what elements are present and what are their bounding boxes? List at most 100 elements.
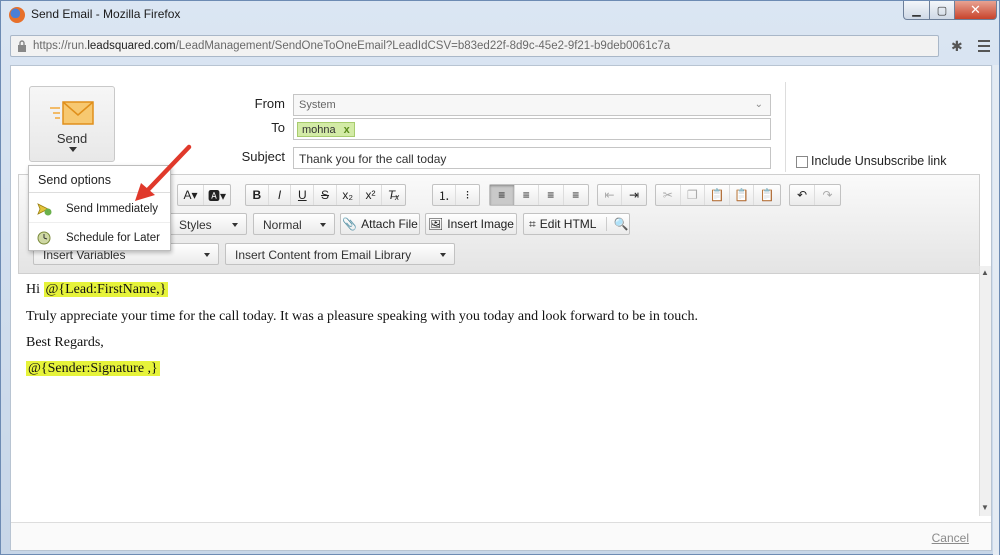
underline-button[interactable]: U bbox=[291, 185, 315, 205]
unsubscribe-label: Include Unsubscribe link bbox=[811, 154, 947, 168]
dialog-footer: Cancel bbox=[11, 522, 991, 550]
window-title: Send Email - Mozilla Firefox bbox=[31, 7, 181, 21]
page-edge bbox=[993, 65, 999, 555]
from-value: System bbox=[299, 99, 336, 111]
bullet-list-icon[interactable]: ⁝ bbox=[456, 185, 479, 205]
paste-icon[interactable]: 📋 bbox=[705, 185, 730, 205]
insert-image-label: Insert Image bbox=[447, 217, 514, 231]
indent-icon[interactable]: ⇥ bbox=[622, 185, 646, 205]
remove-format-button[interactable]: T̶ₓ bbox=[382, 185, 405, 205]
numbered-list-icon[interactable]: ⒈ bbox=[433, 185, 457, 205]
format-group: B I U S x₂ x² T̶ₓ bbox=[245, 184, 406, 206]
align-right-icon[interactable]: ≡ bbox=[539, 185, 564, 205]
schedule-later-label: Schedule for Later bbox=[66, 232, 160, 244]
paperclip-icon: 📎 bbox=[342, 217, 358, 231]
image-icon: 🖼 bbox=[428, 217, 444, 231]
paste-text-icon[interactable]: 📋 bbox=[730, 185, 755, 205]
recipient-chip: mohna x bbox=[297, 122, 355, 137]
greeting-text: Hi bbox=[26, 282, 40, 297]
edit-html-label: Edit HTML bbox=[539, 217, 597, 231]
schedule-clock-icon bbox=[37, 231, 51, 245]
chevron-down-icon bbox=[440, 253, 446, 257]
format-label: Normal bbox=[263, 218, 302, 232]
to-field[interactable]: mohna x bbox=[293, 118, 771, 140]
bold-button[interactable]: B bbox=[246, 185, 269, 205]
lock-icon bbox=[18, 40, 26, 52]
cancel-link[interactable]: Cancel bbox=[932, 531, 969, 545]
align-left-icon[interactable]: ≡ bbox=[490, 185, 515, 205]
unsubscribe-checkbox[interactable] bbox=[796, 156, 808, 168]
attach-file-label: Attach File bbox=[361, 217, 418, 231]
close-window-button[interactable]: ✕ bbox=[954, 1, 997, 20]
url-text: https://run.leadsquared.com/LeadManageme… bbox=[33, 40, 671, 52]
edit-html-button[interactable]: ⌗ Edit HTML 🔍 bbox=[523, 213, 630, 235]
signature-token: @{Sender:Signature ,} bbox=[26, 361, 160, 376]
chevron-down-icon bbox=[320, 223, 326, 227]
scroll-down-icon[interactable]: ▼ bbox=[981, 503, 989, 512]
italic-button[interactable]: I bbox=[269, 185, 292, 205]
send-options-title: Send options bbox=[38, 173, 111, 187]
paste-word-icon[interactable]: 📋 bbox=[754, 185, 780, 205]
remove-recipient-button[interactable]: x bbox=[344, 124, 350, 136]
envelope-icon bbox=[50, 101, 94, 125]
scrollbar[interactable] bbox=[979, 266, 991, 516]
undo-group: ↶ ↷ bbox=[789, 184, 841, 206]
styles-dropdown[interactable]: Styles bbox=[169, 213, 247, 235]
annotation-arrow-icon bbox=[135, 144, 192, 201]
from-select[interactable]: System ⌄ bbox=[293, 94, 771, 116]
outdent-icon[interactable]: ⇤ bbox=[598, 185, 623, 205]
recipient-name: mohna bbox=[302, 123, 336, 136]
styles-label: Styles bbox=[179, 218, 212, 232]
email-library-dropdown[interactable]: Insert Content from Email Library bbox=[225, 243, 455, 265]
minimize-button[interactable]: ▁ bbox=[903, 1, 930, 20]
chevron-down-icon bbox=[204, 253, 210, 257]
chevron-down-icon: ⌄ bbox=[754, 99, 763, 110]
subscript-button[interactable]: x₂ bbox=[337, 185, 360, 205]
attach-file-button[interactable]: 📎 Attach File bbox=[340, 213, 420, 235]
scroll-up-icon[interactable]: ▲ bbox=[981, 268, 989, 277]
undo-icon[interactable]: ↶ bbox=[790, 185, 816, 205]
to-label: To bbox=[271, 120, 285, 135]
strikethrough-button[interactable]: S bbox=[314, 185, 337, 205]
chevron-down-icon bbox=[69, 147, 77, 152]
source-icon: ⌗ bbox=[529, 216, 536, 231]
superscript-button[interactable]: x² bbox=[360, 185, 383, 205]
signature-line: @{Sender:Signature ,} bbox=[26, 361, 160, 377]
firefox-logo-icon bbox=[9, 7, 25, 23]
menu-icon[interactable] bbox=[978, 39, 990, 53]
subject-input[interactable]: Thank you for the call today bbox=[293, 147, 771, 169]
format-dropdown[interactable]: Normal bbox=[253, 213, 335, 235]
chevron-down-icon bbox=[232, 223, 238, 227]
first-name-token: @{Lead:FirstName,} bbox=[43, 282, 169, 297]
send-label: Send bbox=[56, 131, 88, 146]
email-library-label: Insert Content from Email Library bbox=[235, 248, 412, 262]
cut-icon[interactable]: ✂ bbox=[656, 185, 681, 205]
copy-icon[interactable]: ❐ bbox=[681, 185, 706, 205]
maximize-button[interactable]: ▢ bbox=[929, 1, 955, 20]
title-bar: Send Email - Mozilla Firefox ▁ ▢ ✕ bbox=[1, 1, 999, 29]
clipboard-group: ✂ ❐ 📋 📋 📋 bbox=[655, 184, 781, 206]
send-now-icon bbox=[37, 203, 52, 216]
address-bar[interactable]: https://run.leadsquared.com/LeadManageme… bbox=[10, 35, 939, 57]
align-group: ≡ ≡ ≡ ≡ bbox=[489, 184, 589, 206]
send-button[interactable]: Send bbox=[29, 86, 115, 162]
email-compose-page: Send From System ⌄ To mohna x Subject Th… bbox=[10, 65, 992, 551]
insert-image-button[interactable]: 🖼 Insert Image bbox=[425, 213, 517, 235]
preview-icon[interactable]: 🔍 bbox=[606, 217, 628, 231]
bg-color-button[interactable]: 🅰▾ bbox=[204, 185, 230, 205]
schedule-later-item[interactable]: Schedule for Later bbox=[29, 224, 170, 252]
align-center-icon[interactable]: ≡ bbox=[515, 185, 539, 205]
list-group: ⒈ ⁝ bbox=[432, 184, 480, 206]
subject-label: Subject bbox=[241, 149, 285, 164]
closing-line: Best Regards, bbox=[26, 335, 104, 350]
redo-icon[interactable]: ↷ bbox=[815, 185, 840, 205]
align-justify-icon[interactable]: ≡ bbox=[564, 185, 588, 205]
indent-group: ⇤ ⇥ bbox=[597, 184, 647, 206]
addon-icon[interactable]: ✱ bbox=[951, 38, 963, 55]
from-label: From bbox=[254, 96, 285, 111]
email-body-editor[interactable]: Hi @{Lead:FirstName,} Truly appreciate y… bbox=[18, 274, 980, 514]
body-line: Truly appreciate your time for the call … bbox=[26, 309, 698, 324]
greeting-line: Hi @{Lead:FirstName,} bbox=[26, 282, 169, 298]
browser-window: Send Email - Mozilla Firefox ▁ ▢ ✕ https… bbox=[0, 0, 1000, 555]
divider bbox=[785, 82, 786, 172]
